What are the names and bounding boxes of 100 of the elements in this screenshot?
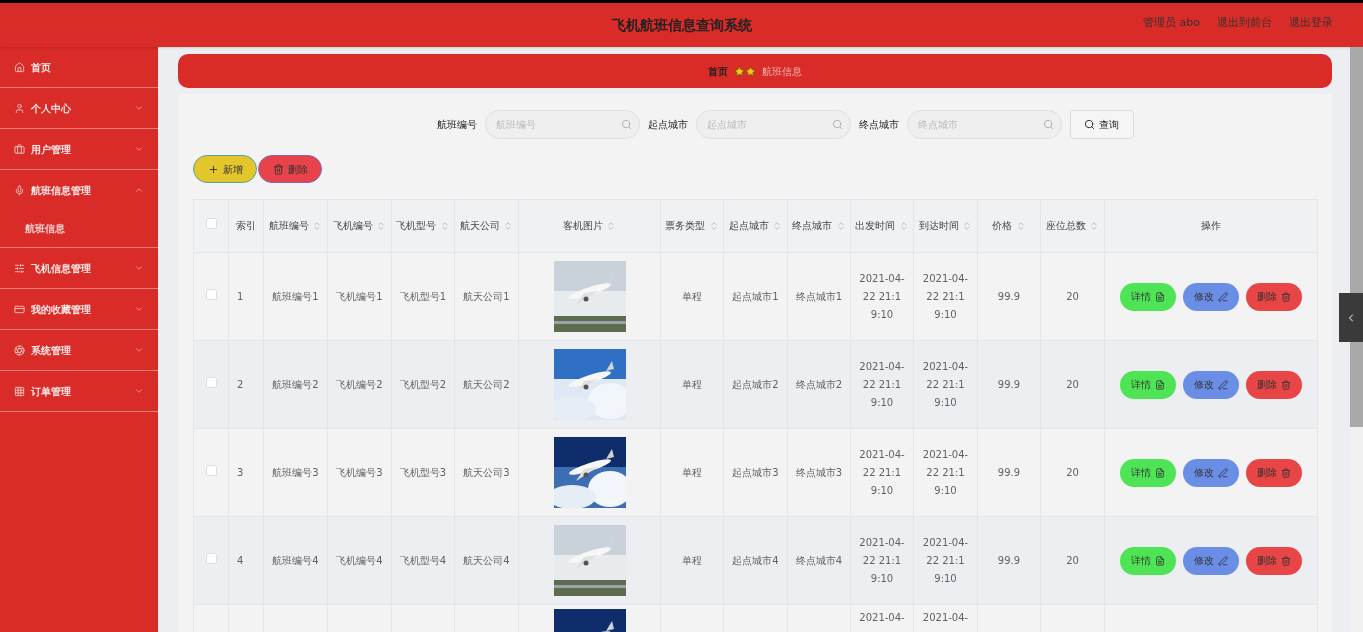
column-header: 到达时间 (913, 199, 978, 253)
column-header: 票务类型 (660, 199, 724, 253)
table-cell: 航天公司4 (463, 554, 510, 566)
detail-button[interactable]: 详情 (1120, 546, 1176, 575)
sidebar-item[interactable]: 个人中心 (0, 88, 158, 128)
trash-icon (1281, 467, 1291, 478)
sort-icon[interactable] (708, 221, 719, 231)
file-icon (1155, 291, 1165, 302)
sidebar-item[interactable]: 我的收藏管理 (0, 289, 158, 329)
checkbox[interactable] (205, 289, 217, 300)
field-label: 起点城市 (647, 118, 688, 132)
sliders-icon (14, 262, 25, 274)
table-cell: 2021-04-22 21:19:10 (859, 448, 905, 496)
table-cell: 飞机型号1 (399, 290, 447, 302)
table-cell: 航天公司3 (463, 466, 510, 478)
table-cell: 2021-04-22 21:19:10 (859, 360, 905, 408)
checkbox[interactable] (205, 553, 217, 564)
table-cell: 起点城市1 (732, 290, 779, 302)
sort-icon[interactable] (772, 221, 783, 231)
add-button[interactable]: 新增 (193, 155, 257, 183)
table-cell: 单程 (682, 554, 702, 566)
table-cell: 2021-04- (922, 612, 969, 623)
sidebar-item[interactable]: 飞机信息管理 (0, 248, 158, 288)
table-cell: 20 (1066, 554, 1079, 566)
table-cell: 飞机编号3 (336, 466, 383, 478)
sidebar-item[interactable]: 用户管理 (0, 129, 158, 169)
chevron-down-icon (134, 144, 144, 154)
sidebar-item[interactable]: 首页 (0, 47, 158, 87)
detail-button[interactable]: 详情 (1120, 282, 1176, 311)
trash-icon (1281, 555, 1291, 566)
search-icon (620, 119, 632, 130)
table-cell: 单程 (682, 378, 702, 390)
edit-button[interactable]: 修改 (1183, 546, 1239, 575)
sort-icon[interactable] (1015, 221, 1026, 231)
table-cell: 单程 (682, 466, 702, 478)
table-cell: 起点城市4 (732, 554, 779, 566)
search-icon (831, 119, 843, 130)
edit-button[interactable]: 修改 (1183, 282, 1239, 311)
chevron-down-icon (134, 103, 144, 113)
search-icon (1084, 119, 1095, 130)
detail-button[interactable]: 详情 (1120, 458, 1176, 487)
table-cell: 99.9 (997, 466, 1021, 478)
checkbox[interactable] (205, 465, 217, 476)
collapse-tab[interactable] (1339, 293, 1363, 342)
sort-icon[interactable] (312, 221, 323, 231)
edit-button[interactable]: 修改 (1183, 458, 1239, 487)
file-icon (1155, 555, 1165, 566)
sort-icon[interactable] (376, 221, 387, 231)
sidebar-subitem[interactable]: 航班信息 (0, 210, 158, 247)
table-cell: 航班编号1 (272, 290, 319, 302)
detail-button[interactable]: 详情 (1120, 370, 1176, 399)
sort-icon[interactable] (503, 221, 514, 231)
sidebar-item[interactable]: 航班信息管理 (0, 170, 158, 210)
column-header: 索引 (228, 199, 264, 253)
table-cell: 飞机编号4 (336, 554, 383, 566)
sidebar-item[interactable]: 系统管理 (0, 330, 158, 370)
breadcrumb-link[interactable]: 航班信息 (762, 63, 802, 79)
table-cell: 起点城市3 (732, 466, 779, 478)
checkbox[interactable] (205, 218, 217, 229)
trash-icon (272, 163, 284, 175)
table-cell: 99.9 (997, 554, 1021, 566)
header-link[interactable]: 退出到前台 (1217, 15, 1272, 32)
checkbox[interactable] (205, 377, 217, 388)
sort-icon[interactable] (1089, 221, 1100, 231)
column-header: 操作 (1104, 199, 1318, 253)
field-label: 航班编号 (436, 118, 477, 132)
table-cell: 1 (237, 290, 244, 302)
sort-icon[interactable] (962, 221, 973, 231)
chevron-down-icon (134, 304, 144, 314)
delete-button[interactable]: 删除 (1246, 546, 1302, 575)
column-header: 航天公司 (454, 199, 519, 253)
sort-icon[interactable] (439, 221, 450, 231)
grid-icon (14, 385, 25, 397)
plus-icon (207, 163, 219, 175)
star-separator-icon (734, 65, 756, 77)
table-cell: 航天公司2 (463, 378, 510, 390)
breadcrumb-link[interactable]: 首页 (708, 63, 728, 79)
admin-name: 管理员 abo (1143, 15, 1200, 31)
user-icon (14, 102, 25, 114)
sort-icon[interactable] (606, 221, 617, 231)
table-cell: 飞机型号4 (399, 554, 447, 566)
header-link[interactable]: 退出登录 (1289, 15, 1333, 32)
table-cell: 终点城市1 (795, 290, 843, 302)
table-cell: 飞机编号1 (336, 290, 383, 302)
table-cell: 起点城市2 (732, 378, 779, 390)
delete-button[interactable]: 删除 (1246, 458, 1302, 487)
file-icon (1155, 379, 1165, 390)
delete-button[interactable]: 删除 (1246, 370, 1302, 399)
delete-button[interactable]: 删除 (1246, 282, 1302, 311)
delete-button[interactable]: 删除 (258, 155, 322, 183)
edit-button[interactable]: 修改 (1183, 370, 1239, 399)
sort-icon[interactable] (898, 221, 909, 231)
sort-icon[interactable] (835, 221, 846, 231)
column-header: 座位总数 (1040, 199, 1105, 253)
sidebar-item[interactable]: 订单管理 (0, 371, 158, 411)
table-cell: 4 (237, 554, 244, 566)
scrollbar[interactable] (1350, 47, 1363, 632)
table-cell: 终点城市3 (795, 466, 843, 478)
query-button[interactable]: 查询 (1069, 110, 1134, 139)
table-cell: 终点城市4 (795, 554, 843, 566)
